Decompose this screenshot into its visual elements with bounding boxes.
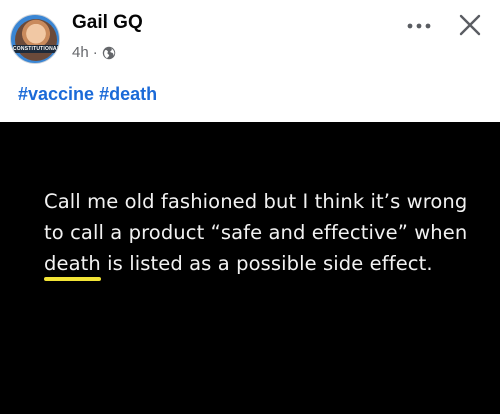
hashtag-death[interactable]: #death bbox=[99, 84, 157, 104]
highlight-underline bbox=[44, 277, 101, 281]
post-hashtags: #vaccine #death bbox=[18, 84, 157, 105]
image-quote-text: Call me old fashioned but I think it’s w… bbox=[44, 186, 484, 281]
post-meta: 4h · bbox=[72, 44, 116, 61]
timestamp[interactable]: 4h bbox=[72, 44, 89, 61]
globe-icon bbox=[102, 46, 116, 60]
avatar-photo bbox=[15, 19, 57, 61]
post: CONSTITUTIONAL Gail GQ 4h · #vaccine #de… bbox=[0, 0, 500, 414]
post-header: CONSTITUTIONAL Gail GQ 4h · bbox=[0, 0, 500, 80]
avatar-band-text: CONSTITUTIONAL bbox=[13, 45, 60, 53]
quote-highlight-word: death bbox=[44, 248, 101, 281]
quote-text-after: is listed as a possible side effect. bbox=[100, 252, 433, 275]
hashtag-vaccine[interactable]: #vaccine bbox=[18, 84, 94, 104]
quote-highlight-text: death bbox=[44, 252, 101, 275]
author-name[interactable]: Gail GQ bbox=[72, 12, 143, 34]
more-icon[interactable] bbox=[405, 12, 433, 40]
avatar[interactable]: CONSTITUTIONAL bbox=[10, 14, 60, 64]
close-icon[interactable] bbox=[453, 8, 487, 42]
quote-text-before: Call me old fashioned but I think it’s w… bbox=[44, 190, 468, 244]
meta-separator: · bbox=[92, 44, 98, 61]
